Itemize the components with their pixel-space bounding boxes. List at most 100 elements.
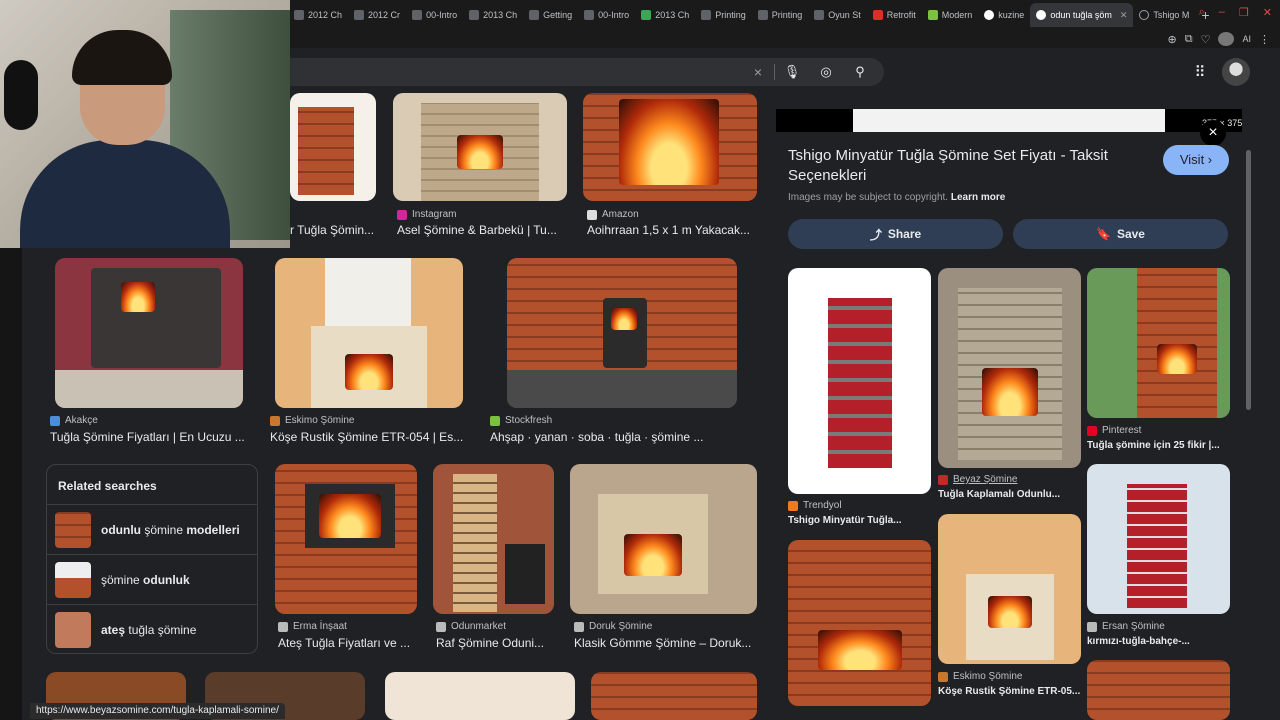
zoom-icon[interactable]: ⊕ [1168,33,1177,46]
close-icon[interactable]: × [1200,120,1226,146]
divider [774,64,775,80]
save-button[interactable]: 🔖 Save [1013,219,1228,249]
visit-button[interactable]: Visit › [1163,145,1229,175]
tab[interactable]: kuzine [978,3,1030,27]
result-card[interactable]: Stockfresh Ahşap · yanan · soba · tuğla … [490,258,737,448]
tab-label: Oyun St [828,10,861,20]
result-card[interactable]: Erma İnşaat Ateş Tuğla Fiyatları ve ... [275,464,420,654]
tab[interactable]: Oyun St [808,3,867,27]
menu-icon[interactable]: ⋮ [1259,33,1270,46]
source-label: Erma İnşaat [293,621,347,632]
result-image[interactable] [591,672,757,720]
result-title: Aoihrraan 1,5 x 1 m Yakacak... [587,223,750,237]
related-image[interactable] [1087,660,1230,720]
screenshot-icon[interactable]: ⧉ [1185,33,1193,46]
tab[interactable]: 00-Intro [406,3,463,27]
tab[interactable]: 00-Intro [578,3,635,27]
search-icon[interactable]: ⚲ [850,62,870,82]
result-card[interactable]: Eskimo Şömine Köşe Rustik Şömine ETR-054… [270,258,470,448]
beyaz-icon [938,474,948,485]
page-favicon [814,10,825,20]
tab[interactable]: 2012 Ch [288,3,348,27]
tab[interactable]: Tshigo M [1133,3,1195,27]
related-source: Eskimo Şömine [938,671,1022,682]
related-image-card[interactable]: Pinterest Tuğla şömine için 25 fikir |..… [1087,268,1230,458]
close-tab-icon[interactable]: ✕ [1120,10,1128,21]
result-source: Akakçe [50,415,98,426]
tab[interactable]: Modern [922,3,979,27]
heart-icon[interactable]: ♡ [1201,33,1211,46]
result-image [290,93,376,201]
close-window-icon[interactable]: ✕ [1263,6,1272,19]
result-source: Stockfresh [490,415,552,426]
tab-active[interactable]: odun tuğla şöm ✕ [1030,3,1134,27]
result-card[interactable]: Odunmarket Raf Şömine Oduni... [433,464,555,654]
tab[interactable]: 2013 Ch [463,3,523,27]
page-favicon [294,10,304,20]
share-button[interactable]: ⤴ Share [788,219,1003,249]
tab[interactable]: Getting [523,3,578,27]
preview-image-content [853,109,1165,132]
tab[interactable]: 2012 Cr [348,3,406,27]
related-image [1087,464,1230,614]
preview-title[interactable]: Tshigo Minyatür Tuğla Şömine Set Fiyatı … [788,146,1148,186]
related-thumb [55,562,91,598]
result-title: Tuğla Şömine Fiyatları | En Ucuzu ... [50,430,245,444]
learn-more-link[interactable]: Learn more [951,192,1005,203]
page-favicon [584,10,595,20]
window-controls: ⌕ – ❐ ✕ [1199,6,1272,19]
result-card[interactable]: Doruk Şömine Klasik Gömme Şömine – Doruk… [570,464,758,654]
related-image-card[interactable]: Trendyol Tshigo Minyatür Tuğla... [788,268,931,533]
source-label: Beyaz Şömine [953,474,1018,485]
tab-label: Modern [941,10,973,20]
floor [507,370,737,408]
related-image[interactable] [788,540,931,706]
result-card[interactable]: r Tuğla Şömin... [290,93,383,246]
related-item[interactable]: ateş tuğla şömine [47,604,257,654]
profile-avatar[interactable] [1218,32,1235,46]
tab[interactable]: 2013 Ch [635,3,695,27]
microphone-icon[interactable]: 🎙 [782,62,802,82]
related-image-card[interactable]: Beyaz Şömine Tuğla Kaplamalı Odunlu... [938,268,1081,508]
result-card[interactable]: Amazon Aoihrraan 1,5 x 1 m Yakacak... [583,93,757,246]
maximize-icon[interactable]: ❐ [1239,6,1249,19]
result-card[interactable]: Akakçe Tuğla Şömine Fiyatları | En Ucuzu… [50,258,250,448]
google-icon [1036,10,1047,20]
lens-icon[interactable]: ◎ [816,62,836,82]
tab[interactable]: Retrofit [867,3,922,27]
related-item[interactable]: odunlu şömine modelleri [47,504,257,554]
tab[interactable]: Printing [695,3,752,27]
related-plain: tuğla şömine [125,623,197,637]
source-label: Ersan Şömine [1102,621,1165,632]
related-source: Beyaz Şömine [938,474,1017,485]
result-image [570,464,757,614]
search-bar[interactable]: × 🎙 ◎ ⚲ [240,58,884,86]
result-card[interactable]: Instagram Asel Şömine & Barbekü | Tu... [393,93,567,246]
result-title: Asel Şömine & Barbekü | Tu... [397,223,557,237]
related-bold: modelleri [186,523,240,537]
preview-image[interactable] [776,109,1242,132]
tab-label: Printing [715,10,746,20]
related-image-card[interactable]: Ersan Şömine kırmızı-tuğla-bahçe-... [1087,464,1230,654]
tab[interactable]: Printing [752,3,809,27]
related-image [938,514,1081,664]
account-avatar[interactable] [1222,58,1250,86]
result-image [433,464,554,614]
minimize-icon[interactable]: – [1219,6,1225,19]
search-tabs-icon[interactable]: ⌕ [1199,6,1205,19]
ai-button[interactable]: AI [1242,34,1251,44]
related-heading: Related searches [58,479,157,493]
clear-search-icon[interactable]: × [748,62,768,82]
panel-scrollbar[interactable] [1246,150,1251,410]
related-title: Tuğla Kaplamalı Odunlu... [938,489,1061,500]
page-favicon [412,10,423,20]
preview-panel: 375 × 375 × Tshigo Minyatür Tuğla Şömine… [776,100,1256,720]
toolbar-icons: ⊕ ⧉ ♡ AI ⋮ [1168,30,1270,48]
related-image-card[interactable]: Eskimo Şömine Köşe Rustik Şömine ETR-05.… [938,514,1081,704]
related-item[interactable]: şömine odunluk [47,554,257,604]
chimney [325,258,411,330]
result-image[interactable] [385,672,575,720]
related-title: Köşe Rustik Şömine ETR-05... [938,686,1081,697]
apps-grid-icon[interactable]: ⠿ [1190,63,1210,83]
related-searches: Related searches odunlu şömine modelleri… [46,464,258,654]
